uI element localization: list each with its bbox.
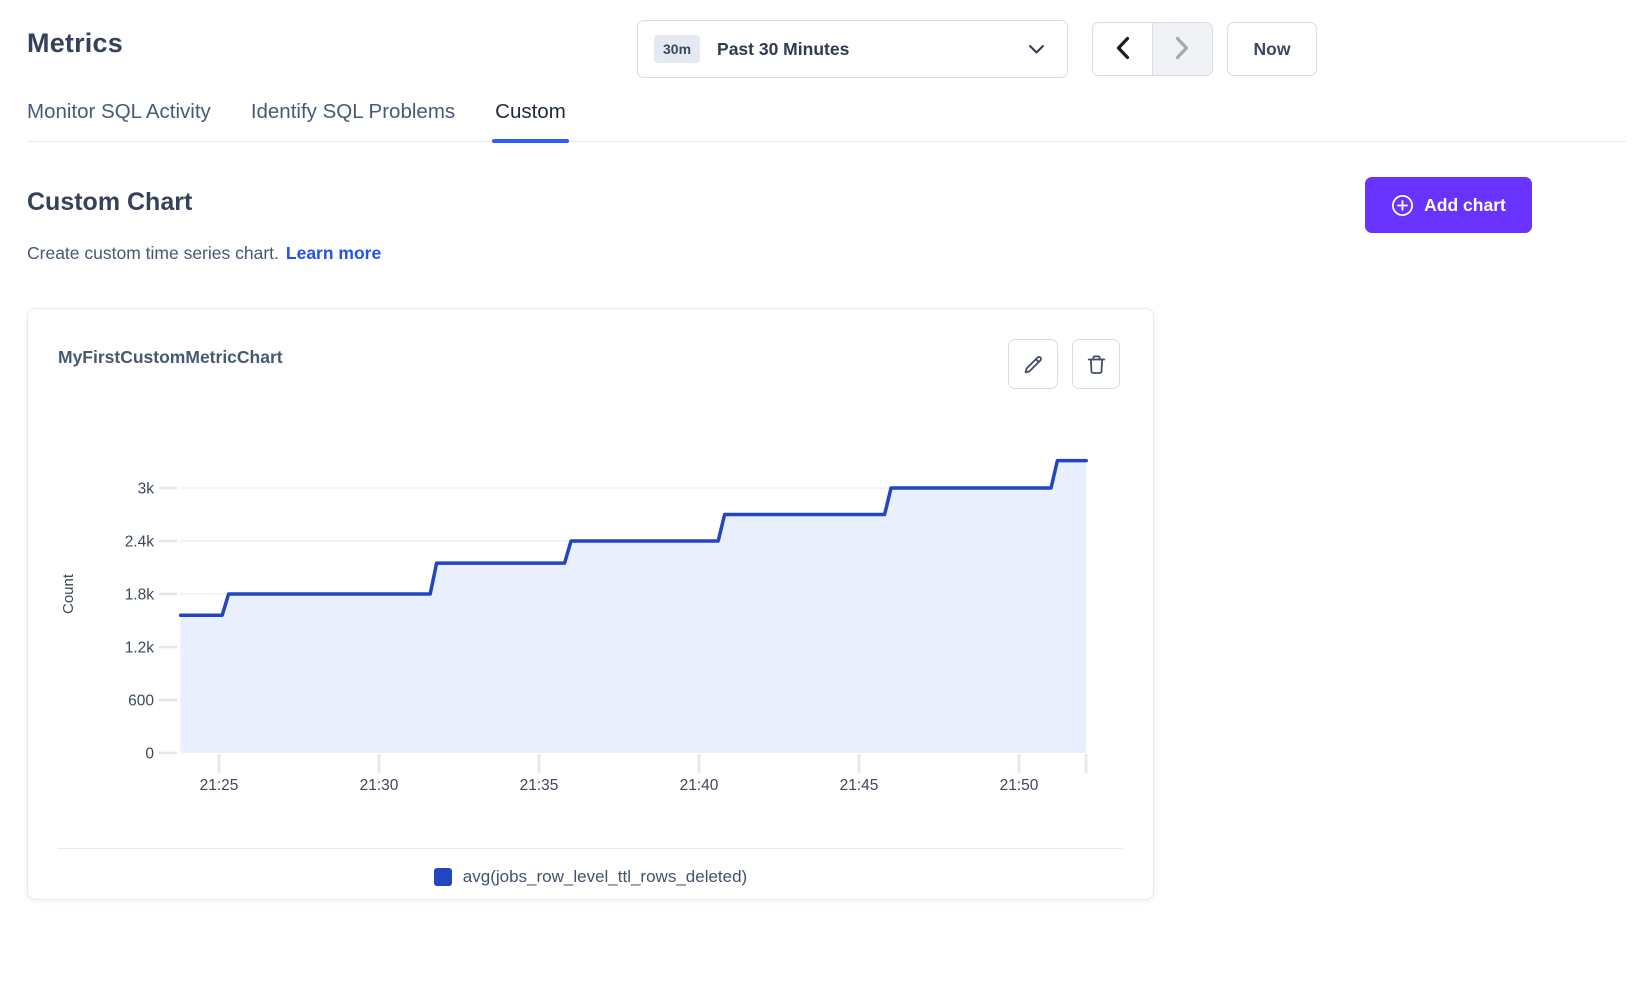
- page-title: Metrics: [27, 28, 123, 59]
- now-button[interactable]: Now: [1227, 22, 1317, 76]
- time-range-pager: [1092, 22, 1213, 76]
- plus-circle-icon: [1391, 194, 1414, 217]
- custom-chart-card: MyFirstCustomMetricChart 06001.2k1.8k2.4…: [27, 308, 1154, 900]
- time-range-badge: 30m: [654, 35, 700, 63]
- section-heading: Custom Chart: [27, 188, 192, 217]
- y-tick-label: 600: [128, 692, 154, 709]
- time-range-picker[interactable]: 30m Past 30 Minutes: [637, 20, 1068, 78]
- add-chart-button[interactable]: Add chart: [1365, 177, 1532, 233]
- tab-identify-sql-problems[interactable]: Identify SQL Problems: [251, 100, 455, 141]
- metrics-tabs: Monitor SQL Activity Identify SQL Proble…: [27, 100, 1626, 142]
- x-tick-label: 21:25: [200, 777, 239, 794]
- time-range-label: Past 30 Minutes: [717, 39, 849, 60]
- legend-swatch: [434, 868, 452, 886]
- add-chart-label: Add chart: [1424, 195, 1506, 216]
- legend-divider: [58, 848, 1123, 849]
- y-tick-label: 0: [145, 745, 154, 762]
- x-tick-label: 21:35: [520, 777, 559, 794]
- y-tick-label: 2.4k: [125, 533, 155, 550]
- chevron-left-icon: [1115, 36, 1130, 63]
- tab-monitor-sql-activity[interactable]: Monitor SQL Activity: [27, 100, 211, 141]
- tab-custom[interactable]: Custom: [495, 100, 566, 141]
- learn-more-link[interactable]: Learn more: [286, 243, 381, 263]
- previous-range-button[interactable]: [1093, 23, 1153, 75]
- x-tick-label: 21:45: [840, 777, 879, 794]
- x-tick-label: 21:50: [1000, 777, 1039, 794]
- chart-legend: avg(jobs_row_level_ttl_rows_deleted): [28, 867, 1153, 887]
- x-tick-label: 21:40: [680, 777, 719, 794]
- next-range-button[interactable]: [1153, 23, 1212, 75]
- section-subtitle: Create custom time series chart. Learn mo…: [27, 243, 381, 264]
- y-tick-label: 1.2k: [125, 639, 155, 656]
- y-axis-title: Count: [60, 573, 77, 614]
- subtitle-text: Create custom time series chart.: [27, 243, 279, 263]
- legend-label: avg(jobs_row_level_ttl_rows_deleted): [463, 867, 747, 887]
- y-tick-label: 3k: [138, 480, 155, 497]
- chevron-right-icon: [1175, 36, 1190, 63]
- y-tick-label: 1.8k: [125, 586, 155, 603]
- chevron-down-icon: [1028, 44, 1045, 55]
- timeseries-chart: 0 600 1.2k 1.8k 2.4k 3k 21:25 21:30 21:35 21:40 21…: [28, 309, 1153, 809]
- series-fill: [181, 461, 1087, 753]
- x-tick-label: 21:30: [360, 777, 399, 794]
